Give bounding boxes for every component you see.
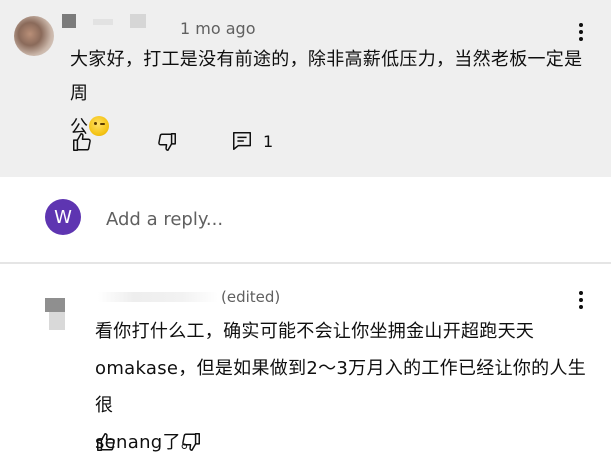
view-replies-button[interactable]: 1 <box>231 130 273 152</box>
reply-author-avatar[interactable] <box>45 298 65 336</box>
comment-text-line: 大家好，打工是没有前途的，除非高薪低压力，当然老板一定是周 <box>70 49 583 104</box>
thumb-down-icon <box>182 433 200 451</box>
reply-author-name-redacted[interactable] <box>98 292 218 302</box>
more-vert-icon[interactable] <box>573 289 589 311</box>
like-button[interactable] <box>95 431 117 453</box>
thumb-up-icon <box>73 133 91 151</box>
add-reply-input[interactable]: Add a reply... <box>106 207 406 233</box>
more-vert-icon[interactable] <box>573 21 589 43</box>
user-avatar[interactable]: W <box>45 199 81 235</box>
comment-text: 大家好，打工是没有前途的，除非高薪低压力，当然老板一定是周 公 <box>70 43 600 145</box>
comment-text-line-2: 公 <box>70 111 600 145</box>
dislike-button[interactable] <box>156 131 178 153</box>
commenter-avatar[interactable] <box>14 16 54 56</box>
reply-count: 1 <box>263 131 274 151</box>
reply-text: 看你打什么工，确实可能不会让你坐拥金山开超跑天天 omakase，但是如果做到2… <box>95 313 595 459</box>
commenter-name-redacted-part <box>93 19 113 25</box>
thumb-up-icon <box>97 433 115 451</box>
thumb-down-icon <box>158 133 176 151</box>
edited-label: (edited) <box>221 288 281 306</box>
commenter-name-redacted[interactable] <box>62 14 76 28</box>
reply-text-line: omakase，但是如果做到2～3万月入的工作已经让你的人生很 <box>95 358 587 416</box>
reply-text-line: 看你打什么工，确实可能不会让你坐拥金山开超跑天天 <box>95 321 535 342</box>
comment-timestamp: 1 mo ago <box>180 19 256 38</box>
divider <box>0 262 611 264</box>
dislike-button[interactable] <box>180 431 202 453</box>
commenter-name-redacted-part <box>130 14 146 28</box>
reply-text-line: senang了。 <box>95 432 200 453</box>
comment-replies-icon <box>233 132 251 150</box>
like-button[interactable] <box>71 131 93 153</box>
